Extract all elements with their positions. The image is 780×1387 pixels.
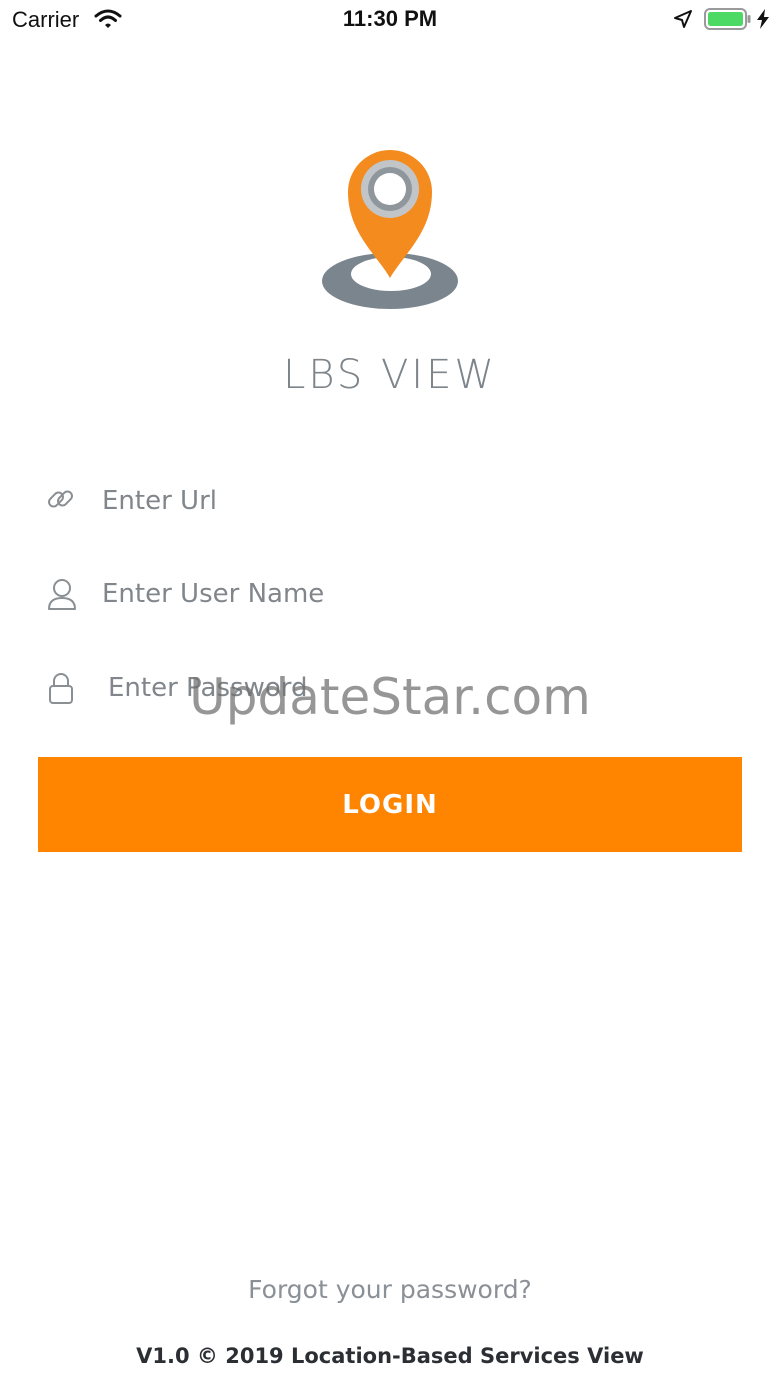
location-arrow-icon	[673, 9, 693, 34]
url-input[interactable]	[100, 478, 734, 524]
forgot-password-link[interactable]: Forgot your password?	[0, 1275, 780, 1304]
battery-icon	[704, 8, 752, 35]
link-icon	[46, 484, 76, 519]
status-time: 11:30 PM	[342, 6, 438, 31]
status-bar: Carrier 11:30 PM	[0, 0, 780, 40]
user-icon	[46, 577, 78, 616]
password-field-row	[38, 657, 742, 717]
lock-icon	[46, 671, 76, 710]
charging-bolt-icon	[756, 8, 770, 35]
username-field-row	[38, 563, 742, 623]
footer-version: V1.0 © 2019 Location-Based Services View	[136, 1344, 644, 1368]
login-button[interactable]: LOGIN	[38, 757, 742, 852]
password-input[interactable]	[106, 665, 740, 711]
app-name: LBS VIEW	[283, 352, 497, 398]
url-field-row	[38, 470, 742, 530]
map-pin-icon	[318, 142, 464, 319]
username-input[interactable]	[100, 571, 734, 617]
